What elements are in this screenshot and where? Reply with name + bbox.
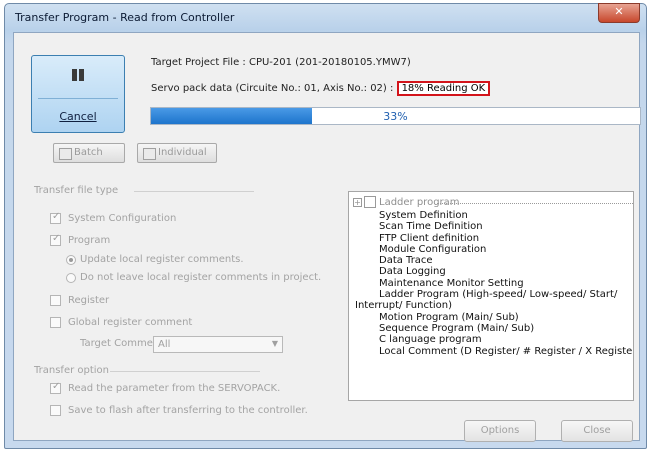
servo-reading-status: 18% Reading OK bbox=[396, 81, 491, 96]
tree-item[interactable]: Motion Program (Main/ Sub) bbox=[379, 312, 633, 323]
tree-root[interactable]: + Ladder program bbox=[353, 196, 460, 208]
update-local-radio[interactable] bbox=[66, 255, 76, 265]
target-project-file: Target Project File : CPU-201 (201-20180… bbox=[151, 57, 411, 68]
program-checkbox[interactable] bbox=[50, 233, 61, 246]
tree-root-checkbox[interactable] bbox=[364, 196, 376, 208]
transfer-program-dialog: Transfer Program - Read from Controller … bbox=[4, 3, 647, 449]
window-title: Transfer Program - Read from Controller bbox=[15, 11, 235, 24]
global-register-comment-checkbox[interactable] bbox=[50, 317, 61, 328]
individual-button[interactable]: Individual bbox=[137, 143, 217, 163]
cancel-divider bbox=[38, 98, 118, 99]
transfer-option-label: Transfer option bbox=[34, 365, 110, 376]
group-divider bbox=[134, 191, 254, 192]
tree-item[interactable]: C language program bbox=[379, 334, 633, 345]
tree-item[interactable]: Ladder Program (High-speed/ Low-speed/ S… bbox=[379, 289, 633, 300]
system-configuration-label: System Configuration bbox=[68, 213, 177, 224]
target-comment-value: All bbox=[158, 339, 171, 350]
save-flash-checkbox[interactable] bbox=[50, 405, 61, 416]
expand-icon[interactable]: + bbox=[353, 197, 362, 207]
target-comment-select[interactable]: All ▼ bbox=[153, 336, 283, 353]
tree-item[interactable]: Sequence Program (Main/ Sub) bbox=[379, 323, 633, 334]
read-parameter-checkbox[interactable] bbox=[50, 381, 61, 394]
servo-pack-data: Servo pack data (Circuite No.: 01, Axis … bbox=[151, 81, 491, 96]
save-flash-label: Save to flash after transferring to the … bbox=[68, 405, 308, 416]
cancel-button[interactable]: Cancel bbox=[31, 55, 125, 133]
pause-icon bbox=[70, 67, 86, 85]
tree-item[interactable]: Interrupt/ Function) bbox=[355, 300, 633, 311]
chevron-down-icon: ▼ bbox=[271, 339, 278, 348]
window-close-button[interactable]: ✕ bbox=[598, 3, 640, 23]
individual-icon bbox=[143, 148, 156, 160]
tree-item[interactable]: Data Logging bbox=[379, 266, 633, 277]
tree-item[interactable]: Local Comment (D Register/ # Register / … bbox=[379, 346, 633, 357]
close-icon: ✕ bbox=[614, 5, 624, 18]
individual-label: Individual bbox=[158, 147, 207, 158]
tree-item[interactable]: Maintenance Monitor Setting bbox=[379, 278, 633, 289]
tree-item[interactable]: FTP Client definition bbox=[379, 233, 633, 244]
dialog-body: Cancel Target Project File : CPU-201 (20… bbox=[13, 32, 641, 442]
program-tree[interactable]: + Ladder program System Definition Scan T… bbox=[348, 191, 634, 401]
options-button[interactable]: Options bbox=[464, 420, 536, 442]
cancel-label: Cancel bbox=[59, 110, 97, 123]
batch-button[interactable]: Batch bbox=[53, 143, 125, 163]
target-comment-label: Target Comment bbox=[80, 338, 164, 349]
no-leave-local-label: Do not leave local register comments in … bbox=[80, 272, 322, 283]
servo-pack-label: Servo pack data (Circuite No.: 01, Axis … bbox=[151, 83, 397, 94]
batch-icon bbox=[59, 148, 72, 160]
tree-item[interactable]: System Definition bbox=[379, 210, 633, 221]
program-label: Program bbox=[68, 235, 111, 246]
update-local-label: Update local register comments. bbox=[80, 254, 244, 265]
global-register-comment-label: Global register comment bbox=[68, 317, 193, 328]
tree-item[interactable]: Scan Time Definition bbox=[379, 221, 633, 232]
tree-items: System Definition Scan Time Definition F… bbox=[355, 210, 633, 357]
batch-label: Batch bbox=[74, 147, 103, 158]
register-label: Register bbox=[68, 295, 110, 306]
tree-item[interactable]: Module Configuration bbox=[379, 244, 633, 255]
progress-percent: 33% bbox=[383, 110, 408, 123]
close-button[interactable]: Close bbox=[561, 420, 633, 442]
no-leave-local-radio[interactable] bbox=[66, 273, 76, 283]
progress-bar: 33% bbox=[150, 107, 641, 125]
tree-dotted-line bbox=[437, 203, 633, 204]
read-parameter-label: Read the parameter from the SERVOPACK. bbox=[68, 383, 281, 394]
transfer-file-type-label: Transfer file type bbox=[34, 185, 119, 196]
register-checkbox[interactable] bbox=[50, 295, 61, 306]
tree-item[interactable]: Data Trace bbox=[379, 255, 633, 266]
system-configuration-checkbox[interactable] bbox=[50, 211, 61, 224]
option-divider bbox=[110, 371, 260, 372]
